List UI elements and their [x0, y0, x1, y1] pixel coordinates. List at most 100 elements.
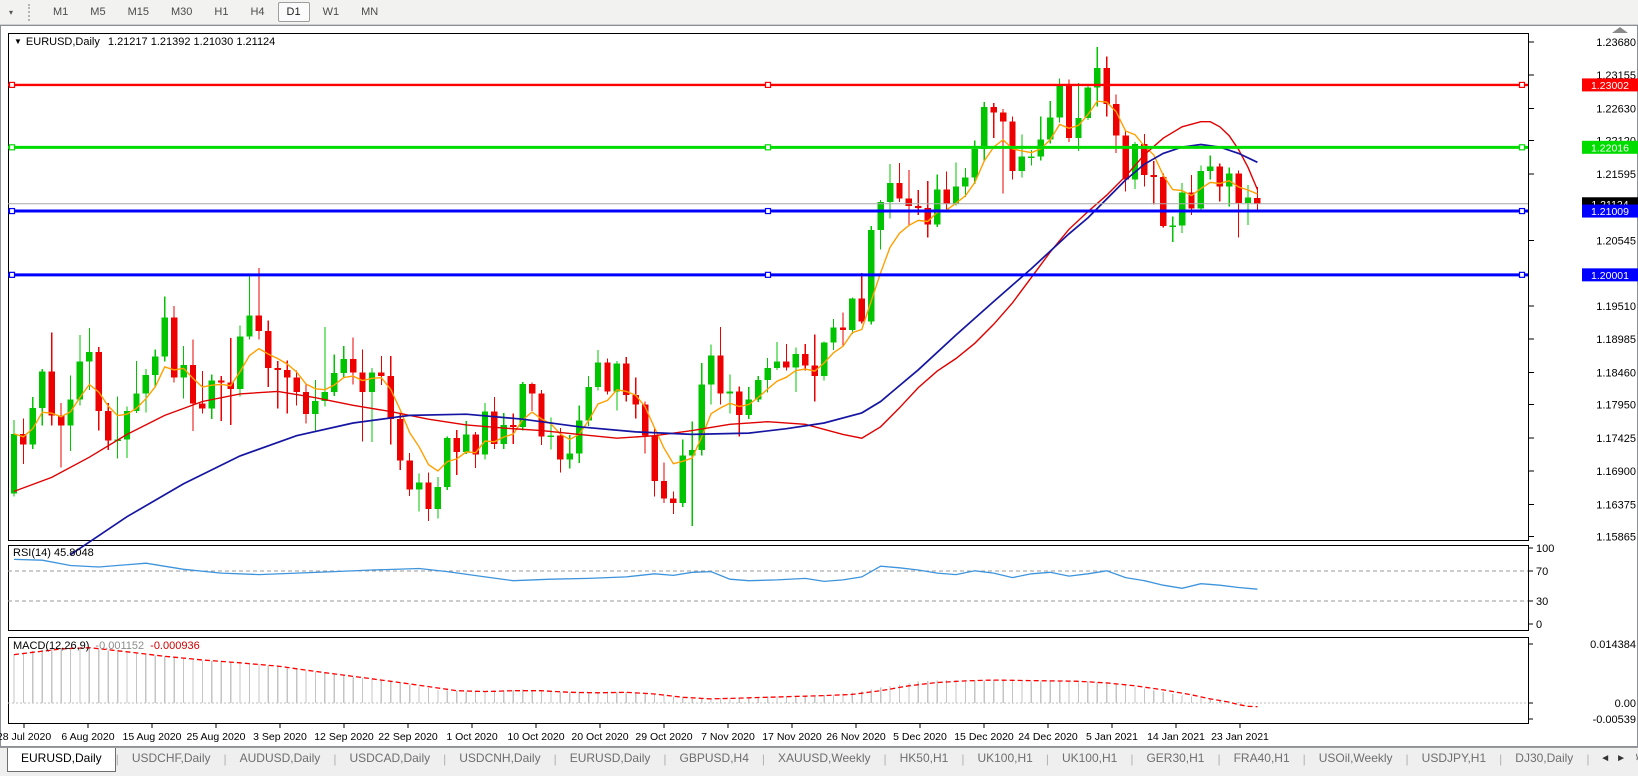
- top-toolbar: ▾ M1M5M15M30H1H4D1W1MN: [0, 0, 1638, 25]
- chart-tab-USDCNH-Daily-4[interactable]: USDCNH,Daily: [446, 748, 553, 770]
- hline-handle[interactable]: [1520, 209, 1525, 214]
- chart-tab-USDCHF-Daily-1[interactable]: USDCHF,Daily: [119, 748, 224, 770]
- timeframe-button-M1[interactable]: M1: [44, 2, 77, 22]
- date-axis[interactable]: 28 Jul 20206 Aug 202015 Aug 202025 Aug 2…: [0, 723, 1269, 743]
- svg-text:1.17950: 1.17950: [1596, 400, 1636, 412]
- chart-title-ohlc: 1.21217 1.21392 1.21030 1.21124: [108, 36, 275, 48]
- tab-scroll-right-icon[interactable]: ►: [1616, 753, 1632, 764]
- svg-text:23 Jan 2021: 23 Jan 2021: [1211, 731, 1269, 743]
- chart-tab-FRA40-H1-12[interactable]: FRA40,H1: [1221, 748, 1303, 770]
- timeframe-button-H1[interactable]: H1: [205, 2, 237, 22]
- horizontal-lines[interactable]: [8, 82, 1528, 277]
- timeframe-button-MN[interactable]: MN: [352, 2, 387, 22]
- svg-text:1.21595: 1.21595: [1596, 169, 1636, 181]
- price-badge-1.21009: 1.21009: [1582, 205, 1638, 219]
- svg-text:22 Sep 2020: 22 Sep 2020: [378, 731, 438, 743]
- macd-value-signal: -0.000936: [150, 640, 200, 652]
- svg-text:1.15865: 1.15865: [1596, 532, 1636, 544]
- macd-pane: 0.014384 0.00 -0.00539: [8, 639, 1636, 726]
- timeframe-button-M15[interactable]: M15: [119, 2, 158, 22]
- svg-text:1.23680: 1.23680: [1596, 37, 1636, 49]
- chart-shift-marker[interactable]: [1612, 27, 1628, 33]
- svg-text:1.20001: 1.20001: [1591, 270, 1629, 282]
- hline-handle[interactable]: [766, 209, 771, 214]
- chart-tab-USOil-Weekly-13[interactable]: USOil,Weekly: [1306, 748, 1406, 770]
- price-axis[interactable]: 1.236801.231551.226301.221201.215951.205…: [1528, 37, 1636, 544]
- svg-text:-0.00539: -0.00539: [1593, 714, 1636, 726]
- svg-text:1.21009: 1.21009: [1591, 206, 1629, 218]
- mid-ma-line: [14, 122, 1257, 492]
- chart-tab-UK100-H1-9[interactable]: UK100,H1: [964, 748, 1045, 770]
- hline-handle[interactable]: [766, 145, 771, 150]
- svg-text:3 Sep 2020: 3 Sep 2020: [253, 731, 307, 743]
- svg-text:17 Nov 2020: 17 Nov 2020: [762, 731, 822, 743]
- hline-handle[interactable]: [10, 145, 15, 150]
- timeframe-button-H4[interactable]: H4: [241, 2, 273, 22]
- svg-text:1.22016: 1.22016: [1591, 142, 1629, 154]
- svg-text:24 Dec 2020: 24 Dec 2020: [1018, 731, 1078, 743]
- svg-text:0.00: 0.00: [1615, 698, 1636, 710]
- svg-text:12 Sep 2020: 12 Sep 2020: [314, 731, 374, 743]
- hline-handle[interactable]: [10, 82, 15, 87]
- timeframe-button-M30[interactable]: M30: [162, 2, 201, 22]
- chart-title-arrow-icon: ▼: [14, 37, 22, 46]
- price-badge-1.23002: 1.23002: [1582, 78, 1638, 92]
- svg-text:70: 70: [1536, 566, 1548, 578]
- chart-tab-XAUUSD-Weekly-7[interactable]: XAUUSD,Weekly: [765, 748, 883, 770]
- chart-tab-GER30-H1-11[interactable]: GER30,H1: [1133, 748, 1217, 770]
- timeframe-button-W1[interactable]: W1: [314, 2, 349, 22]
- chart-tab-UK100-H1-10[interactable]: UK100,H1: [1049, 748, 1130, 770]
- rsi-line: [14, 559, 1257, 589]
- svg-text:1.18460: 1.18460: [1596, 367, 1636, 379]
- price-badge-1.22016: 1.22016: [1582, 141, 1638, 155]
- svg-text:20 Oct 2020: 20 Oct 2020: [571, 731, 628, 743]
- chart-canvas[interactable]: 1.236801.231551.226301.221201.215951.205…: [0, 25, 1638, 747]
- svg-text:1.16375: 1.16375: [1596, 499, 1636, 511]
- svg-text:1 Oct 2020: 1 Oct 2020: [446, 731, 498, 743]
- main-pane-border: [9, 34, 1529, 541]
- macd-label-name: MACD(12,26,9): [13, 640, 89, 652]
- hline-handle[interactable]: [10, 272, 15, 277]
- hline-handle[interactable]: [1520, 272, 1525, 277]
- chart-tab-EURUSD-Daily-5[interactable]: EURUSD,Daily: [557, 748, 664, 770]
- svg-text:1.20545: 1.20545: [1596, 235, 1636, 247]
- chart-tab-DJ30-Daily-15[interactable]: DJ30,Daily: [1502, 748, 1586, 770]
- chart-tab-GBPUSD-H4-6[interactable]: GBPUSD,H4: [667, 748, 762, 770]
- chart-tab-HK50-H1-8[interactable]: HK50,H1: [887, 748, 962, 770]
- hline-handle[interactable]: [766, 272, 771, 277]
- macd-value-main: -0.001152: [95, 640, 144, 652]
- timeframe-button-D1[interactable]: D1: [278, 2, 310, 22]
- timeframe-button-M5[interactable]: M5: [81, 2, 114, 22]
- chart-tab-EURUSD-Daily-0[interactable]: EURUSD,Daily: [7, 748, 116, 772]
- svg-text:26 Nov 2020: 26 Nov 2020: [826, 731, 886, 743]
- svg-text:0.014384: 0.014384: [1590, 639, 1636, 651]
- svg-text:14 Jan 2021: 14 Jan 2021: [1147, 731, 1205, 743]
- chart-tab-AUDUSD-Daily-2[interactable]: AUDUSD,Daily: [227, 748, 334, 770]
- svg-text:10 Oct 2020: 10 Oct 2020: [507, 731, 564, 743]
- rsi-indicator-label: RSI(14) 45.8048: [13, 547, 94, 559]
- cursor-tool-caret-icon[interactable]: ▾: [9, 8, 13, 17]
- toolbar-grip: [28, 4, 34, 21]
- svg-text:5 Dec 2020: 5 Dec 2020: [893, 731, 947, 743]
- macd-pane-border: [9, 638, 1529, 724]
- svg-text:30: 30: [1536, 596, 1548, 608]
- svg-text:5 Jan 2021: 5 Jan 2021: [1086, 731, 1138, 743]
- hline-handle[interactable]: [1520, 82, 1525, 87]
- svg-text:1.19510: 1.19510: [1596, 301, 1636, 313]
- candles-layer: [11, 47, 1261, 526]
- hline-handle[interactable]: [1520, 145, 1525, 150]
- chart-tab-USDJPY-H1-14[interactable]: USDJPY,H1: [1409, 748, 1499, 770]
- hline-handle[interactable]: [10, 209, 15, 214]
- svg-text:15 Aug 2020: 15 Aug 2020: [123, 731, 182, 743]
- cursor-tool-button[interactable]: ▾: [3, 7, 16, 18]
- tab-scroll-left-icon[interactable]: ◄: [1600, 753, 1616, 764]
- svg-text:15 Dec 2020: 15 Dec 2020: [954, 731, 1014, 743]
- rsi-pane-border: [9, 546, 1529, 631]
- svg-text:25 Aug 2020: 25 Aug 2020: [187, 731, 246, 743]
- svg-text:1.22630: 1.22630: [1596, 103, 1636, 115]
- chart-tab-USDCAD-Daily-3[interactable]: USDCAD,Daily: [336, 748, 443, 770]
- svg-text:1.17425: 1.17425: [1596, 433, 1636, 445]
- hline-handle[interactable]: [766, 82, 771, 87]
- svg-text:100: 100: [1536, 543, 1554, 555]
- macd-indicator-label: MACD(12,26,9) -0.001152 -0.000936: [13, 640, 200, 652]
